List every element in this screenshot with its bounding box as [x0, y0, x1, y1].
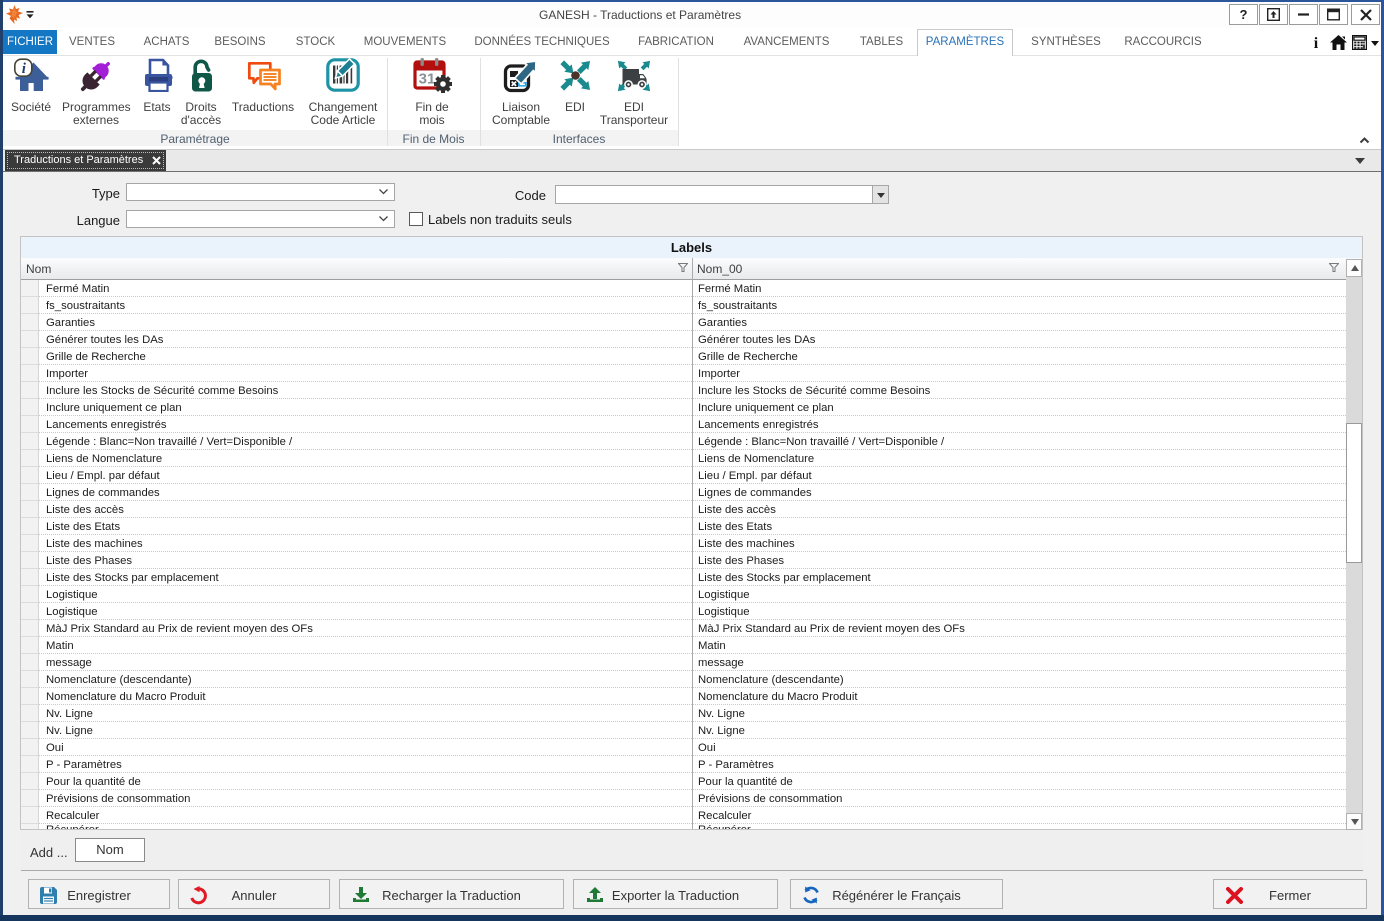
- svg-text:i: i: [1314, 35, 1319, 50]
- svg-text:31: 31: [419, 71, 436, 88]
